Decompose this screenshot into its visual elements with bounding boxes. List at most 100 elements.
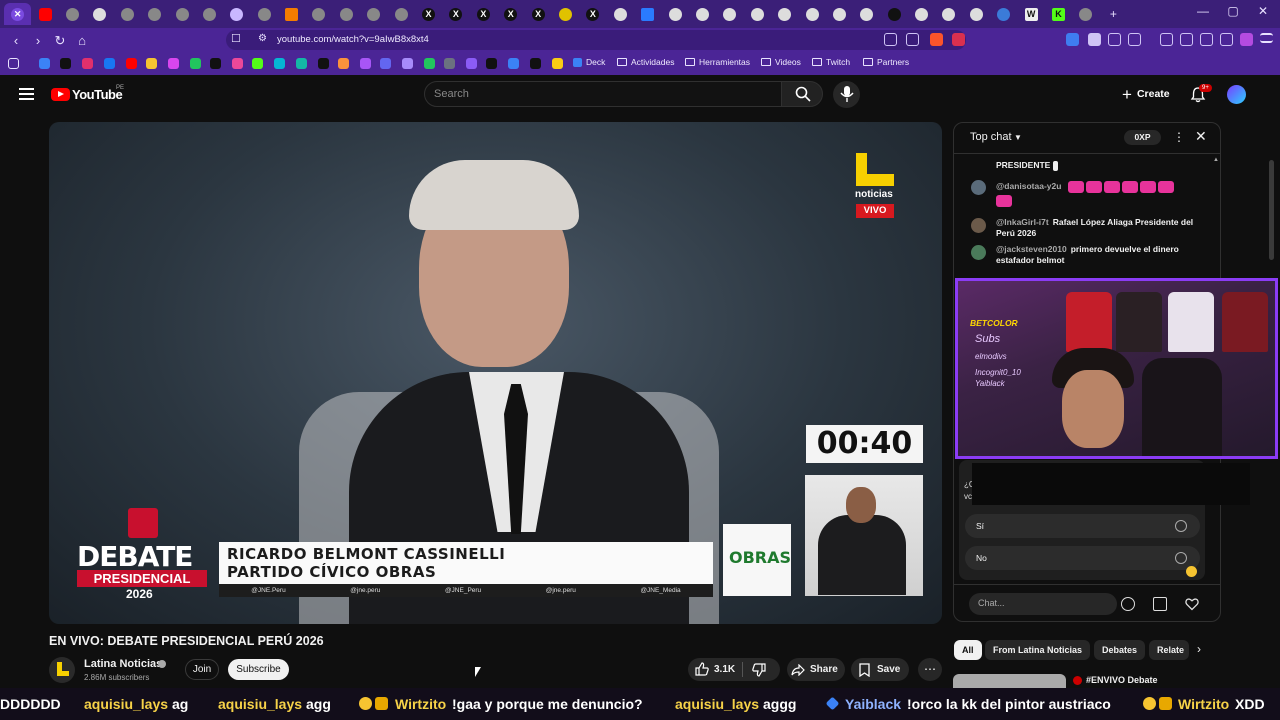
bookmark-icon[interactable] bbox=[338, 58, 349, 69]
channel-name[interactable]: Latina Noticias bbox=[84, 658, 162, 670]
brave-shield-icon[interactable] bbox=[930, 33, 943, 46]
tab-active[interactable]: ✕ bbox=[4, 3, 32, 25]
radio-button[interactable] bbox=[1175, 552, 1187, 564]
avatar[interactable] bbox=[971, 218, 986, 233]
tab[interactable] bbox=[716, 3, 743, 25]
reload-button[interactable]: ↻ bbox=[50, 33, 70, 49]
bookmark-icon[interactable] bbox=[232, 58, 243, 69]
tab[interactable]: W bbox=[1017, 3, 1044, 25]
bookmark-icon[interactable] bbox=[39, 58, 50, 69]
youtube-icon[interactable] bbox=[126, 58, 137, 69]
guide-menu-icon[interactable] bbox=[19, 88, 34, 100]
emoji-picker-icon[interactable] bbox=[1121, 597, 1135, 611]
tab[interactable]: X bbox=[470, 3, 497, 25]
tab[interactable] bbox=[278, 3, 305, 25]
join-button[interactable]: Join bbox=[185, 659, 219, 680]
chat-more-button[interactable]: ⋮ bbox=[1173, 130, 1185, 144]
x-icon[interactable] bbox=[210, 58, 221, 69]
chevron-right-icon[interactable]: › bbox=[1197, 642, 1201, 656]
subscribe-button[interactable]: Subscribe bbox=[228, 659, 289, 680]
sidebar-icon[interactable] bbox=[1128, 33, 1141, 46]
tab[interactable] bbox=[963, 3, 990, 25]
bookmark-icon[interactable] bbox=[508, 58, 519, 69]
close-chat-button[interactable]: ✕ bbox=[1195, 128, 1207, 145]
tab[interactable] bbox=[168, 3, 195, 25]
bookmark-icon[interactable] bbox=[318, 58, 329, 69]
avatar[interactable] bbox=[971, 245, 986, 260]
url-text[interactable]: youtube.com/watch?v=9aIwB8x8xt4 bbox=[277, 34, 429, 45]
search-input[interactable] bbox=[424, 81, 782, 107]
facebook-icon[interactable] bbox=[104, 58, 115, 69]
poll-option-no[interactable] bbox=[965, 546, 1200, 570]
puzzle-icon[interactable] bbox=[1108, 33, 1121, 46]
account-avatar[interactable] bbox=[1227, 85, 1246, 104]
tab[interactable] bbox=[387, 3, 414, 25]
tab[interactable] bbox=[661, 3, 688, 25]
more-actions-button[interactable]: ⋯ bbox=[918, 658, 942, 681]
maximize-button[interactable]: ▢ bbox=[1218, 4, 1248, 18]
cast-icon[interactable] bbox=[884, 33, 897, 46]
recommended-title[interactable]: #ENVIVO Debate bbox=[1086, 675, 1158, 685]
back-button[interactable]: ‹ bbox=[6, 33, 26, 48]
tab[interactable]: K bbox=[1045, 3, 1072, 25]
tab[interactable] bbox=[305, 3, 332, 25]
profile-icon[interactable] bbox=[1240, 33, 1253, 46]
translate-icon[interactable] bbox=[1066, 33, 1079, 46]
bookmark-folder-herramientas[interactable]: Herramientas bbox=[685, 57, 750, 67]
tab[interactable] bbox=[552, 3, 579, 25]
extension-icon[interactable] bbox=[1088, 33, 1101, 46]
chip-debates[interactable]: Debates bbox=[1094, 640, 1146, 660]
tab[interactable] bbox=[86, 3, 113, 25]
bookmark-deck[interactable]: Deck bbox=[573, 57, 605, 67]
tab[interactable] bbox=[223, 3, 250, 25]
poll-option-si[interactable] bbox=[965, 514, 1200, 538]
tab[interactable] bbox=[607, 3, 634, 25]
kick-icon[interactable] bbox=[252, 58, 263, 69]
bookmark-icon[interactable] bbox=[486, 58, 497, 69]
forward-button[interactable]: › bbox=[28, 33, 48, 48]
menu-icon[interactable] bbox=[1260, 33, 1273, 43]
bookmark-icon[interactable] bbox=[530, 58, 541, 69]
bookmark-icon[interactable] bbox=[190, 58, 201, 69]
vpn-icon[interactable] bbox=[1220, 33, 1233, 46]
tab[interactable] bbox=[114, 3, 141, 25]
tab[interactable] bbox=[853, 3, 880, 25]
tab[interactable] bbox=[196, 3, 223, 25]
tab[interactable]: X bbox=[497, 3, 524, 25]
tab[interactable]: X bbox=[524, 3, 551, 25]
tab[interactable] bbox=[634, 3, 661, 25]
avatar[interactable] bbox=[971, 180, 986, 195]
like-button[interactable] bbox=[695, 662, 709, 676]
bookmark-folder-twitch[interactable]: Twitch bbox=[812, 57, 850, 67]
instagram-icon[interactable] bbox=[82, 58, 93, 69]
bookmark-icon[interactable] bbox=[360, 58, 371, 69]
tab[interactable]: X bbox=[579, 3, 606, 25]
bookmark-icon[interactable] bbox=[444, 58, 455, 69]
bookmark-folder-videos[interactable]: Videos bbox=[761, 57, 801, 67]
bookmark-icon[interactable] bbox=[296, 58, 307, 69]
apps-grid-icon[interactable] bbox=[8, 58, 19, 69]
tab[interactable] bbox=[826, 3, 853, 25]
chat-author[interactable]: @jacksteven2010 bbox=[996, 244, 1067, 254]
minimize-button[interactable]: — bbox=[1188, 4, 1218, 18]
tab[interactable] bbox=[798, 3, 825, 25]
tiktok-icon[interactable] bbox=[60, 58, 71, 69]
tab[interactable] bbox=[881, 3, 908, 25]
bookmark-icon[interactable] bbox=[274, 58, 285, 69]
tab[interactable] bbox=[360, 3, 387, 25]
heart-icon[interactable] bbox=[1185, 597, 1199, 611]
leo-icon[interactable] bbox=[1200, 33, 1213, 46]
chevron-down-icon[interactable]: ▼ bbox=[1014, 133, 1022, 142]
channel-avatar[interactable] bbox=[49, 657, 75, 683]
search-button[interactable] bbox=[781, 81, 823, 107]
rewards-icon[interactable] bbox=[952, 33, 965, 46]
chip-all[interactable]: All bbox=[954, 640, 982, 660]
tab-youtube[interactable] bbox=[31, 3, 58, 25]
bookmark-folder-partners[interactable]: Partners bbox=[863, 57, 909, 67]
music-icon[interactable] bbox=[1160, 33, 1173, 46]
tab[interactable] bbox=[1072, 3, 1099, 25]
tab[interactable] bbox=[744, 3, 771, 25]
bookmark-icon[interactable] bbox=[146, 58, 157, 69]
dislike-button[interactable] bbox=[752, 663, 766, 677]
tab[interactable] bbox=[251, 3, 278, 25]
